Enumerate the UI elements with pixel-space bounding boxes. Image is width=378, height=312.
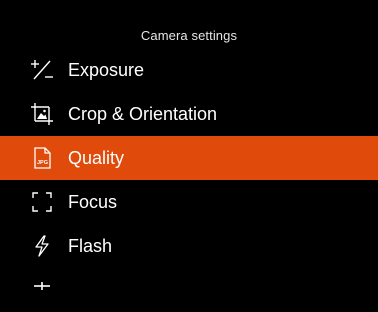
crop-icon [30, 102, 54, 126]
menu-item-label: Focus [68, 191, 118, 212]
jpg-file-icon: JPG [30, 146, 54, 170]
menu-item-focus[interactable]: Focus [0, 180, 378, 224]
partial-icon [30, 278, 54, 302]
menu-item-label: Quality [68, 147, 125, 168]
exposure-icon [30, 58, 54, 82]
menu-item-crop-orientation[interactable]: Crop & Orientation [0, 92, 378, 136]
menu-item-partial[interactable] [0, 268, 378, 312]
focus-frame-icon [30, 190, 54, 214]
settings-menu: Exposure Crop & Orientation JPG Quality [0, 48, 378, 312]
flash-icon [30, 234, 54, 258]
menu-item-label: Crop & Orientation [68, 103, 218, 124]
menu-item-exposure[interactable]: Exposure [0, 48, 378, 92]
page-title: Camera settings [140, 28, 238, 43]
menu-item-flash[interactable]: Flash [0, 224, 378, 268]
jpg-icon-text: JPG [37, 160, 48, 166]
menu-item-label: Exposure [68, 59, 145, 80]
menu-item-label: Flash [68, 235, 113, 256]
menu-item-quality[interactable]: JPG Quality [0, 136, 378, 180]
